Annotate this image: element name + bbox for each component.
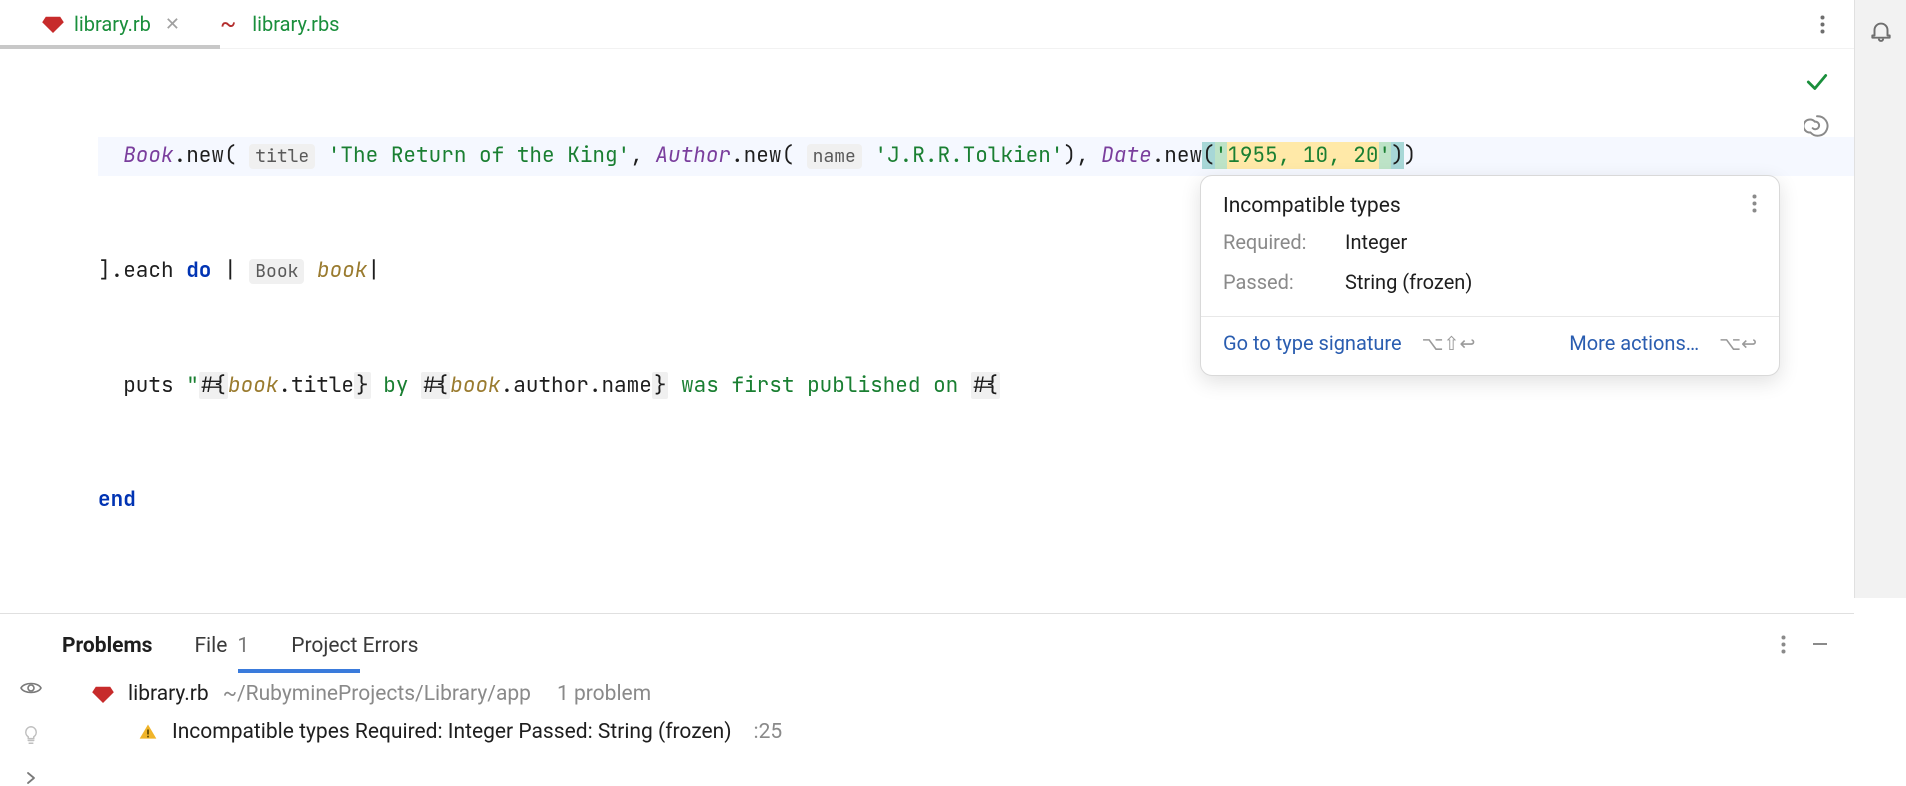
bulb-icon[interactable] xyxy=(20,724,42,746)
inspection-tooltip: Incompatible types Required: Integer Pas… xyxy=(1200,175,1780,376)
problem-item[interactable]: Incompatible types Required: Integer Pas… xyxy=(62,714,1854,750)
panel-options-icon[interactable] xyxy=(1781,634,1786,654)
warning-icon xyxy=(138,722,158,742)
problem-file-row[interactable]: library.rb ~/RubymineProjects/Library/ap… xyxy=(62,672,1854,714)
ruby-icon xyxy=(92,685,114,703)
problem-location: :25 xyxy=(754,720,783,744)
code-line: Book.new( title 'The Return of the King'… xyxy=(98,137,1854,176)
tab-project-errors[interactable]: Project Errors xyxy=(291,634,418,658)
problem-text: Incompatible types Required: Integer Pas… xyxy=(172,720,732,744)
tab-library-rbs[interactable]: library.rbs xyxy=(202,0,358,48)
code-editor[interactable]: Book.new( title 'The Return of the King'… xyxy=(0,49,1854,613)
problem-file-path: ~/RubymineProjects/Library/app xyxy=(223,682,531,706)
code-line: end xyxy=(98,481,1854,519)
shortcut-hint: ⌥↩ xyxy=(1719,332,1757,355)
problems-title: Problems xyxy=(62,634,152,658)
minimize-panel-icon[interactable] xyxy=(1810,634,1830,654)
goto-type-signature-link[interactable]: Go to type signature xyxy=(1223,331,1402,355)
inspection-ok-icon[interactable] xyxy=(1804,69,1830,99)
eye-icon[interactable] xyxy=(19,676,43,700)
tooltip-more-icon[interactable] xyxy=(1752,194,1757,213)
shortcut-hint: ⌥⇧↩ xyxy=(1422,332,1476,355)
tab-filename: library.rbs xyxy=(252,12,339,36)
problem-file-name: library.rb xyxy=(128,682,209,706)
tab-underline xyxy=(238,669,360,673)
problems-panel: Problems File 1 Project Errors xyxy=(0,613,1854,786)
tab-file[interactable]: File 1 xyxy=(194,634,249,658)
problem-count: 1 problem xyxy=(557,682,651,706)
right-tool-rail xyxy=(1854,0,1906,598)
tab-filename: library.rb xyxy=(74,12,151,36)
tab-overflow-icon[interactable] xyxy=(1810,12,1834,36)
chevron-right-icon[interactable] xyxy=(23,770,39,786)
close-tab-icon[interactable]: ✕ xyxy=(161,14,184,35)
problems-left-rail xyxy=(0,614,62,786)
editor-tab-bar: library.rb ✕ library.rbs xyxy=(0,0,1854,49)
ruby-icon xyxy=(42,15,64,33)
tooltip-row-passed: Passed: String (frozen) xyxy=(1201,262,1779,302)
notifications-icon[interactable] xyxy=(1868,16,1894,42)
tooltip-title: Incompatible types xyxy=(1223,194,1401,218)
tooltip-row-required: Required: Integer xyxy=(1201,222,1779,262)
more-actions-link[interactable]: More actions… xyxy=(1569,331,1699,355)
problems-tabs: Problems File 1 Project Errors xyxy=(62,614,1854,672)
tab-library-rb[interactable]: library.rb ✕ xyxy=(24,2,202,46)
